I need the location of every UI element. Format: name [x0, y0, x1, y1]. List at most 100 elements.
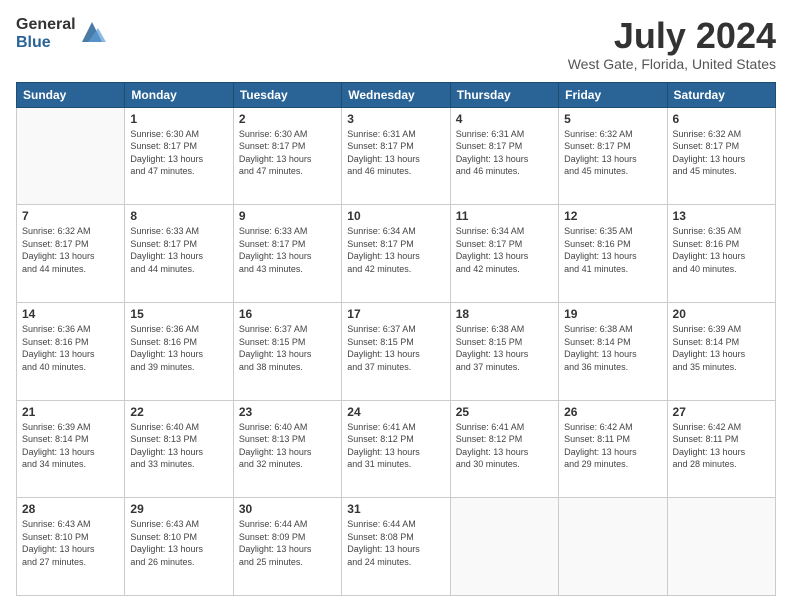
day-info: Sunrise: 6:43 AM Sunset: 8:10 PM Dayligh…	[130, 518, 227, 568]
table-row: 6 Sunrise: 6:32 AM Sunset: 8:17 PM Daylig…	[667, 107, 775, 205]
day-info: Sunrise: 6:37 AM Sunset: 8:15 PM Dayligh…	[347, 323, 444, 373]
col-thursday: Thursday	[450, 82, 558, 107]
table-row: 26 Sunrise: 6:42 AM Sunset: 8:11 PM Dayli…	[559, 400, 667, 498]
calendar-week-row: 14 Sunrise: 6:36 AM Sunset: 8:16 PM Dayli…	[17, 302, 776, 400]
day-number: 30	[239, 502, 336, 516]
table-row: 25 Sunrise: 6:41 AM Sunset: 8:12 PM Dayli…	[450, 400, 558, 498]
table-row: 7 Sunrise: 6:32 AM Sunset: 8:17 PM Daylig…	[17, 205, 125, 303]
day-info: Sunrise: 6:42 AM Sunset: 8:11 PM Dayligh…	[673, 421, 770, 471]
day-info: Sunrise: 6:44 AM Sunset: 8:08 PM Dayligh…	[347, 518, 444, 568]
day-info: Sunrise: 6:34 AM Sunset: 8:17 PM Dayligh…	[347, 225, 444, 275]
day-info: Sunrise: 6:33 AM Sunset: 8:17 PM Dayligh…	[239, 225, 336, 275]
month-title: July 2024	[568, 16, 776, 56]
day-number: 13	[673, 209, 770, 223]
title-block: July 2024 West Gate, Florida, United Sta…	[568, 16, 776, 72]
table-row: 4 Sunrise: 6:31 AM Sunset: 8:17 PM Daylig…	[450, 107, 558, 205]
day-number: 6	[673, 112, 770, 126]
table-row: 19 Sunrise: 6:38 AM Sunset: 8:14 PM Dayli…	[559, 302, 667, 400]
day-number: 31	[347, 502, 444, 516]
table-row: 23Sunrise: 6:40 AM Sunset: 8:13 PM Dayli…	[233, 400, 341, 498]
table-row: 21 Sunrise: 6:39 AM Sunset: 8:14 PM Dayli…	[17, 400, 125, 498]
day-number: 16	[239, 307, 336, 321]
table-row: 1 Sunrise: 6:30 AM Sunset: 8:17 PM Daylig…	[125, 107, 233, 205]
day-info: Sunrise: 6:37 AM Sunset: 8:15 PM Dayligh…	[239, 323, 336, 373]
day-number: 18	[456, 307, 553, 321]
table-row: 9 Sunrise: 6:33 AM Sunset: 8:17 PM Daylig…	[233, 205, 341, 303]
day-number: 3	[347, 112, 444, 126]
day-info: Sunrise: 6:38 AM Sunset: 8:14 PM Dayligh…	[564, 323, 661, 373]
day-number: 2	[239, 112, 336, 126]
col-monday: Monday	[125, 82, 233, 107]
logo-blue: Blue	[16, 34, 76, 52]
day-info: Sunrise: 6:36 AM Sunset: 8:16 PM Dayligh…	[130, 323, 227, 373]
day-number: 22	[130, 405, 227, 419]
table-row: 14Sunrise: 6:36 AM Sunset: 8:16 PM Dayli…	[17, 302, 125, 400]
day-info: Sunrise: 6:31 AM Sunset: 8:17 PM Dayligh…	[456, 128, 553, 178]
table-row: 30 Sunrise: 6:44 AM Sunset: 8:09 PM Dayli…	[233, 498, 341, 596]
day-info: Sunrise: 6:41 AM Sunset: 8:12 PM Dayligh…	[347, 421, 444, 471]
day-number: 12	[564, 209, 661, 223]
day-number: 29	[130, 502, 227, 516]
day-number: 4	[456, 112, 553, 126]
day-info: Sunrise: 6:33 AM Sunset: 8:17 PM Dayligh…	[130, 225, 227, 275]
logo-general: General	[16, 16, 76, 34]
day-number: 9	[239, 209, 336, 223]
day-info: Sunrise: 6:32 AM Sunset: 8:17 PM Dayligh…	[673, 128, 770, 178]
day-info: Sunrise: 6:41 AM Sunset: 8:12 PM Dayligh…	[456, 421, 553, 471]
day-info: Sunrise: 6:34 AM Sunset: 8:17 PM Dayligh…	[456, 225, 553, 275]
day-info: Sunrise: 6:39 AM Sunset: 8:14 PM Dayligh…	[22, 421, 119, 471]
day-number: 27	[673, 405, 770, 419]
table-row: 3 Sunrise: 6:31 AM Sunset: 8:17 PM Daylig…	[342, 107, 450, 205]
day-info: Sunrise: 6:30 AM Sunset: 8:17 PM Dayligh…	[130, 128, 227, 178]
location: West Gate, Florida, United States	[568, 56, 776, 72]
day-number: 28	[22, 502, 119, 516]
table-row	[17, 107, 125, 205]
day-info: Sunrise: 6:32 AM Sunset: 8:17 PM Dayligh…	[564, 128, 661, 178]
table-row: 13Sunrise: 6:35 AM Sunset: 8:16 PM Dayli…	[667, 205, 775, 303]
day-number: 14	[22, 307, 119, 321]
table-row: 29 Sunrise: 6:43 AM Sunset: 8:10 PM Dayli…	[125, 498, 233, 596]
day-info: Sunrise: 6:30 AM Sunset: 8:17 PM Dayligh…	[239, 128, 336, 178]
day-number: 25	[456, 405, 553, 419]
day-number: 8	[130, 209, 227, 223]
day-number: 19	[564, 307, 661, 321]
day-info: Sunrise: 6:38 AM Sunset: 8:15 PM Dayligh…	[456, 323, 553, 373]
calendar-week-row: 21 Sunrise: 6:39 AM Sunset: 8:14 PM Dayli…	[17, 400, 776, 498]
day-number: 7	[22, 209, 119, 223]
day-number: 21	[22, 405, 119, 419]
day-info: Sunrise: 6:43 AM Sunset: 8:10 PM Dayligh…	[22, 518, 119, 568]
day-number: 1	[130, 112, 227, 126]
logo: General Blue	[16, 16, 106, 51]
day-number: 24	[347, 405, 444, 419]
table-row: 20Sunrise: 6:39 AM Sunset: 8:14 PM Dayli…	[667, 302, 775, 400]
day-info: Sunrise: 6:42 AM Sunset: 8:11 PM Dayligh…	[564, 421, 661, 471]
day-number: 26	[564, 405, 661, 419]
calendar-week-row: 28 Sunrise: 6:43 AM Sunset: 8:10 PM Dayli…	[17, 498, 776, 596]
day-info: Sunrise: 6:44 AM Sunset: 8:09 PM Dayligh…	[239, 518, 336, 568]
table-row	[559, 498, 667, 596]
col-friday: Friday	[559, 82, 667, 107]
calendar-header-row: Sunday Monday Tuesday Wednesday Thursday…	[17, 82, 776, 107]
day-info: Sunrise: 6:32 AM Sunset: 8:17 PM Dayligh…	[22, 225, 119, 275]
table-row: 28 Sunrise: 6:43 AM Sunset: 8:10 PM Dayli…	[17, 498, 125, 596]
table-row: 16 Sunrise: 6:37 AM Sunset: 8:15 PM Dayli…	[233, 302, 341, 400]
day-info: Sunrise: 6:31 AM Sunset: 8:17 PM Dayligh…	[347, 128, 444, 178]
day-number: 11	[456, 209, 553, 223]
table-row	[667, 498, 775, 596]
header: General Blue July 2024 West Gate, Florid…	[16, 16, 776, 72]
table-row: 2 Sunrise: 6:30 AM Sunset: 8:17 PM Daylig…	[233, 107, 341, 205]
col-tuesday: Tuesday	[233, 82, 341, 107]
day-number: 20	[673, 307, 770, 321]
day-number: 23	[239, 405, 336, 419]
day-number: 15	[130, 307, 227, 321]
day-info: Sunrise: 6:40 AM Sunset: 8:13 PM Dayligh…	[130, 421, 227, 471]
col-saturday: Saturday	[667, 82, 775, 107]
calendar-week-row: 1 Sunrise: 6:30 AM Sunset: 8:17 PM Daylig…	[17, 107, 776, 205]
day-number: 10	[347, 209, 444, 223]
table-row: 15 Sunrise: 6:36 AM Sunset: 8:16 PM Dayli…	[125, 302, 233, 400]
table-row: 11 Sunrise: 6:34 AM Sunset: 8:17 PM Dayli…	[450, 205, 558, 303]
table-row: 17Sunrise: 6:37 AM Sunset: 8:15 PM Dayli…	[342, 302, 450, 400]
calendar-week-row: 7 Sunrise: 6:32 AM Sunset: 8:17 PM Daylig…	[17, 205, 776, 303]
page: General Blue July 2024 West Gate, Florid…	[0, 0, 792, 612]
table-row: 24 Sunrise: 6:41 AM Sunset: 8:12 PM Dayli…	[342, 400, 450, 498]
